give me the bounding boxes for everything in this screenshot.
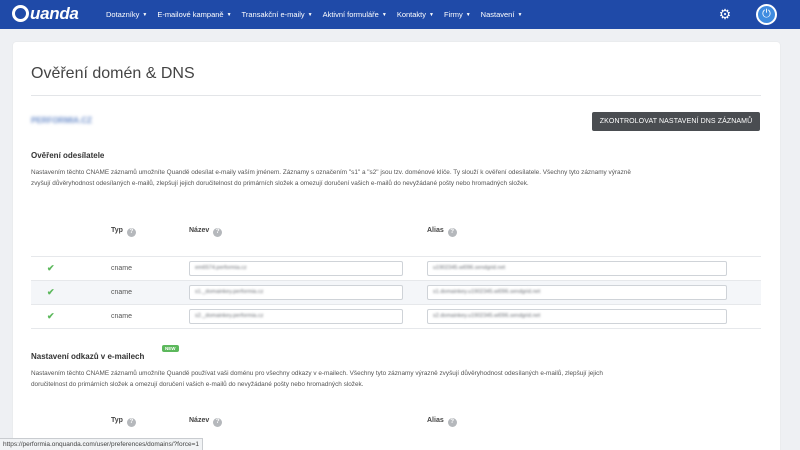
chevron-down-icon: ▼: [226, 12, 232, 18]
chevron-down-icon: ▼: [429, 12, 434, 18]
sender-verification-description: Nastavením těchto CNAME záznamů umožníte…: [31, 169, 631, 187]
record-alias-field[interactable]: s2.domainkey.u1902345.wl096.sendgrid.net: [427, 309, 727, 324]
column-header-name: Název?: [189, 227, 223, 237]
table-row: ✔ cname s2._domainkey.performia.cz s2.do…: [31, 304, 761, 328]
menu-item-nastaveni[interactable]: Nastavení ▼: [481, 10, 523, 19]
record-alias-field[interactable]: u1902345.wl096.sendgrid.net: [427, 261, 727, 276]
chevron-down-icon: ▼: [517, 12, 523, 18]
power-icon[interactable]: ⏻: [756, 4, 777, 25]
help-icon[interactable]: ?: [213, 228, 223, 237]
link-settings-heading: Nastavení odkazů v e-mailech: [31, 352, 145, 361]
main-menu: Dotazníky ▼ E-mailové kampaně ▼ Transakční…: [106, 0, 532, 29]
column-header-name: Název?: [189, 417, 223, 427]
menu-item-firmy[interactable]: Firmy ▼: [444, 10, 471, 19]
column-header-alias: Alias?: [427, 417, 457, 427]
check-icon: ✔: [47, 311, 55, 321]
check-icon: ✔: [47, 263, 55, 273]
record-name-field[interactable]: em6574.performia.cz: [189, 261, 403, 276]
column-header-alias: Alias?: [427, 227, 457, 237]
column-header-type: Typ?: [111, 227, 136, 237]
logo-text: uanda: [30, 4, 79, 23]
record-name-field[interactable]: s1._domainkey.performia.cz: [189, 285, 403, 300]
help-icon[interactable]: ?: [126, 418, 136, 427]
table-row: ✔ cname s1._domainkey.performia.cz s1.do…: [31, 280, 761, 304]
help-icon[interactable]: ?: [126, 228, 136, 237]
chevron-down-icon: ▼: [142, 12, 148, 18]
top-navbar: uanda Dotazníky ▼ E-mailové kampaně ▼ Tran…: [0, 0, 800, 29]
help-icon[interactable]: ?: [447, 228, 457, 237]
domain-name: PERFORMIA.CZ: [31, 116, 92, 125]
menu-item-transakcni-emaily[interactable]: Transakční e-maily ▼: [242, 10, 313, 19]
check-dns-button[interactable]: ZKONTROLOVAT NASTAVENÍ DNS ZÁZNAMŮ: [592, 112, 760, 131]
sender-verification-heading: Ověření odesílatele: [31, 151, 105, 160]
record-type: cname: [111, 265, 133, 272]
logo-q-mark: [12, 5, 29, 22]
help-icon[interactable]: ?: [213, 418, 223, 427]
record-alias-field[interactable]: s1.domainkey.u1902345.wl096.sendgrid.net: [427, 285, 727, 300]
quanda-logo[interactable]: uanda: [12, 4, 79, 24]
column-header-type: Typ?: [111, 417, 136, 427]
chevron-down-icon: ▼: [307, 12, 313, 18]
check-icon: ✔: [47, 287, 55, 297]
table-bottom-border: [31, 328, 761, 329]
settings-gear-icon[interactable]: ⚙: [717, 6, 733, 22]
record-type: cname: [111, 313, 133, 320]
table-row: ✔ cname em6574.performia.cz u1902345.wl0…: [31, 256, 761, 280]
chevron-down-icon: ▼: [381, 12, 387, 18]
chevron-down-icon: ▼: [465, 12, 471, 18]
help-icon[interactable]: ?: [447, 418, 457, 427]
menu-item-dotazniky[interactable]: Dotazníky ▼: [106, 10, 147, 19]
browser-status-bar: https://performia.onquanda.com/user/pref…: [0, 438, 204, 450]
menu-item-kontakty[interactable]: Kontakty ▼: [397, 10, 434, 19]
menu-item-emailove-kampane[interactable]: E-mailové kampaně ▼: [157, 10, 231, 19]
menu-item-aktivni-formulare[interactable]: Aktivní formuláře ▼: [323, 10, 387, 19]
record-type: cname: [111, 289, 133, 296]
page-title: Ověření domén & DNS: [31, 65, 195, 82]
record-name-field[interactable]: s2._domainkey.performia.cz: [189, 309, 403, 324]
new-badge: NEW: [162, 345, 179, 352]
title-divider: [31, 95, 761, 96]
link-settings-description: Nastavením těchto CNAME záznamů umožníte…: [31, 370, 603, 388]
